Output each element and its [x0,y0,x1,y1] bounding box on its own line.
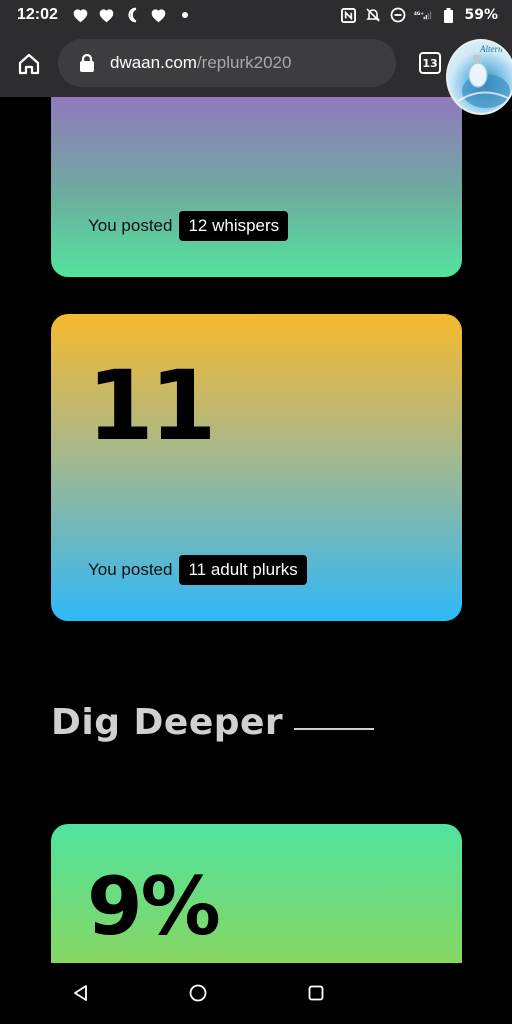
dot-icon [176,6,194,24]
adult-plurks-number: 11 [87,350,217,462]
nfc-icon [339,6,357,24]
recents-icon [308,985,324,1001]
posted-label: You posted [88,216,173,235]
tab-switcher-button[interactable]: 13 [419,52,441,74]
heart-icon [72,6,90,24]
whispers-count-badge: 12 whispers [179,211,289,241]
battery-percent: 59% [464,7,498,23]
url-path: /replurk2020 [196,53,292,72]
address-bar[interactable]: dwaan.com/replurk2020 [58,39,396,87]
percentage-number: 9% [87,860,221,953]
page-content: You posted 12 whispers 11 You posted 11 … [0,97,512,963]
adult-plurks-count-badge: 11 adult plurks [179,555,307,585]
status-time: 12:02 [17,6,58,23]
battery-icon [439,6,457,24]
dnd-icon [389,6,407,24]
avatar[interactable]: Altern [446,39,512,115]
status-bar: 12:02 4G+ 59% [0,0,512,30]
back-button[interactable] [69,981,93,1005]
home-circle-icon [189,984,207,1002]
home-nav-button[interactable] [186,981,210,1005]
lightbulb-icon [457,55,511,108]
section-title: Dig Deeper [51,702,284,743]
bell-off-icon [364,6,382,24]
back-icon [74,985,87,1001]
recents-button[interactable] [304,981,328,1005]
browser-toolbar: dwaan.com/replurk2020 13 [0,30,512,97]
section-divider [294,727,375,730]
home-button[interactable] [0,30,58,97]
adult-plurks-card: 11 You posted 11 adult plurks [51,314,462,621]
system-nav-bar [0,963,512,1024]
home-icon [18,53,40,74]
percentage-card: 9% [51,824,462,963]
heart-icon [98,6,116,24]
dig-deeper-section: Dig Deeper [51,702,375,743]
heart-icon [150,6,168,24]
signal-icon: 4G+ [414,6,432,24]
svg-text:4G+: 4G+ [414,11,424,16]
moon-icon [124,6,142,24]
lock-icon [80,53,94,72]
posted-label: You posted [88,560,173,579]
url-host: dwaan.com [110,53,197,72]
whispers-card: You posted 12 whispers [51,97,462,277]
